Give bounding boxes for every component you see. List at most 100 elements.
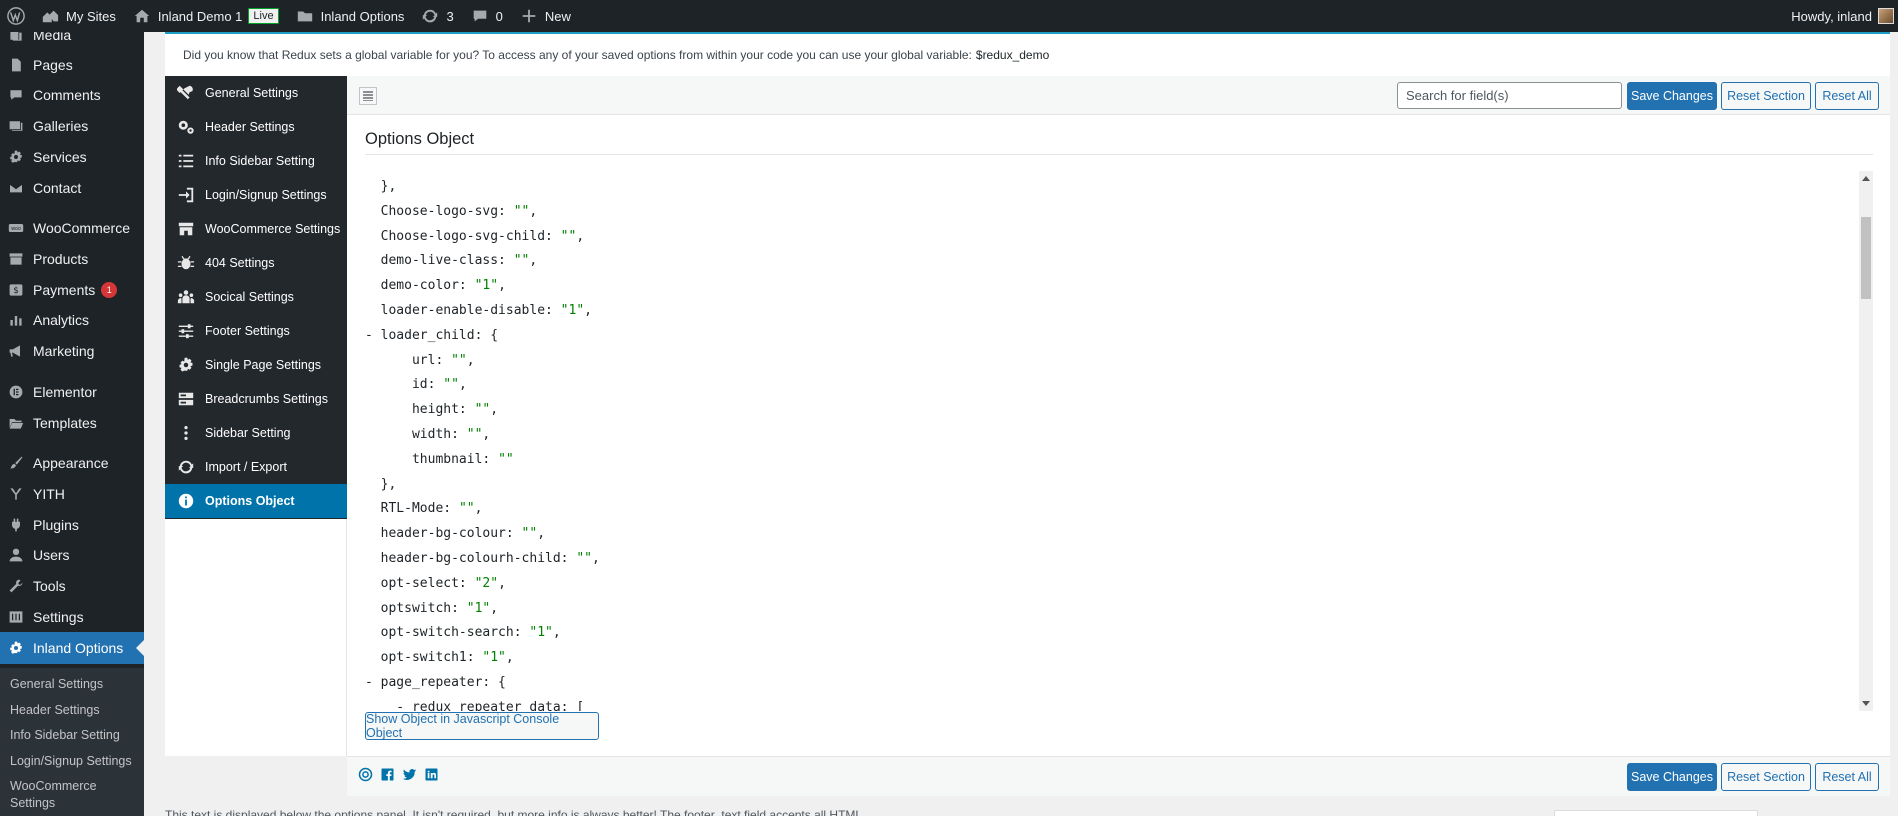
support-link[interactable]	[357, 767, 373, 784]
menu-item-galleries[interactable]: Galleries	[0, 113, 144, 139]
comments-link[interactable]: 0	[462, 0, 511, 32]
menu-item-inland-options[interactable]: Inland Options	[0, 632, 144, 664]
code-line: Choose-logo-svg: "",	[365, 203, 538, 219]
menu-label: Contact	[33, 180, 82, 196]
new-content-link[interactable]: New	[511, 0, 579, 32]
menu-item-services[interactable]: Services	[0, 144, 144, 170]
menu-item-templates[interactable]: Templates	[0, 410, 144, 436]
paintbrush-icon	[7, 454, 25, 472]
redux-tab-header-settings[interactable]: Header Settings	[165, 110, 347, 144]
facebook-link[interactable]	[379, 768, 395, 784]
site-name-link[interactable]: Inland Demo 1 Live	[124, 0, 287, 32]
search-fields-input[interactable]	[1397, 82, 1622, 109]
ellipsis-vertical-icon	[176, 423, 196, 443]
code-key: header-bg-colour:	[380, 526, 522, 542]
redux-tab-import-export[interactable]: Import / Export	[165, 450, 347, 484]
twitter-link[interactable]	[401, 768, 417, 784]
comments-count: 0	[495, 8, 503, 24]
submenu-item-header-settings[interactable]: Header Settings	[10, 702, 138, 719]
options-object-viewer[interactable]: }, Choose-logo-svg: "", Choose-logo-svg-…	[365, 171, 1873, 711]
redux-tab-footer-settings[interactable]: Footer Settings	[165, 314, 347, 348]
menu-item-settings[interactable]: Settings	[0, 604, 144, 630]
code-punct: ,	[498, 575, 506, 591]
list-icon	[176, 151, 196, 171]
linkedin-icon	[424, 767, 439, 785]
redux-tab-login-signup-settings[interactable]: Login/Signup Settings	[165, 178, 347, 212]
scroll-up-arrow[interactable]	[1862, 176, 1870, 181]
menu-item-payments[interactable]: $ Payments 1	[0, 277, 144, 303]
menu-item-yith[interactable]: YITH	[0, 481, 144, 507]
submenu-item-woocommerce-settings[interactable]: WooCommerce Settings	[10, 778, 110, 812]
options-link[interactable]: Inland Options	[287, 0, 413, 32]
submenu-item-login-signup-settings[interactable]: Login/Signup Settings	[10, 753, 138, 770]
user-icon	[7, 546, 25, 564]
updates-link[interactable]: 3	[412, 0, 461, 32]
menu-label: Pages	[33, 57, 73, 73]
menu-item-plugins[interactable]: Plugins	[0, 512, 144, 538]
redux-tab-sidebar-setting[interactable]: Sidebar Setting	[165, 416, 347, 450]
howdy-label: Howdy, inland	[1791, 8, 1872, 24]
submenu-item-general-settings[interactable]: General Settings	[10, 676, 138, 693]
save-changes-button-bottom[interactable]: Save Changes	[1627, 763, 1717, 791]
info-icon	[176, 491, 196, 511]
redux-tab-breadcrumbs-settings[interactable]: Breadcrumbs Settings	[165, 382, 347, 416]
code-scrollbar[interactable]	[1859, 171, 1873, 711]
save-changes-button[interactable]: Save Changes	[1627, 82, 1717, 110]
redux-tab-single-page-settings[interactable]: Single Page Settings	[165, 348, 347, 382]
reset-section-button[interactable]: Reset Section	[1721, 82, 1811, 110]
reset-all-button-bottom[interactable]: Reset All	[1815, 763, 1879, 791]
code-key	[365, 625, 381, 640]
code-key	[365, 353, 412, 368]
menu-item-marketing[interactable]: Marketing	[0, 338, 144, 364]
redux-tab-label: Import / Export	[205, 460, 287, 474]
menu-item-analytics[interactable]: Analytics	[0, 307, 144, 333]
menu-item-elementor[interactable]: Elementor	[0, 379, 144, 405]
code-line: opt-select: "2",	[365, 576, 506, 591]
show-object-console-button[interactable]: Show Object in Javascript Console Object	[365, 712, 599, 740]
code-key: -	[365, 327, 381, 343]
redux-tab-label: General Settings	[205, 86, 299, 100]
reset-all-button[interactable]: Reset All	[1815, 82, 1879, 110]
redux-sidebar: General Settings Header Settings Info Si…	[165, 76, 347, 756]
menu-label: Services	[33, 149, 87, 165]
scroll-down-arrow[interactable]	[1862, 701, 1870, 706]
menu-label: YITH	[33, 486, 65, 502]
redux-tab-label: Login/Signup Settings	[205, 188, 327, 202]
submenu-item-info-sidebar-setting[interactable]: Info Sidebar Setting	[10, 727, 138, 744]
scroll-thumb[interactable]	[1861, 217, 1871, 299]
expand-options-toggle[interactable]	[359, 87, 377, 105]
sign-in-icon	[176, 185, 196, 205]
code-value: "1"	[466, 600, 491, 616]
code-key: thumbnail:	[411, 451, 499, 467]
redux-tab-socical-settings[interactable]: Socical Settings	[165, 280, 347, 314]
menu-item-media[interactable]: Media	[0, 32, 144, 48]
redux-tab-options-object[interactable]: Options Object	[165, 484, 347, 518]
code-punct: ,	[490, 402, 499, 418]
menu-item-contact[interactable]: Contact	[0, 175, 144, 201]
menu-item-woocommerce[interactable]: woo WooCommerce	[0, 215, 144, 241]
redux-tab-woocommerce-settings[interactable]: WooCommerce Settings	[165, 212, 347, 246]
megaphone-icon	[7, 342, 25, 360]
redux-tab-general-settings[interactable]: General Settings	[165, 76, 347, 110]
code-key	[365, 253, 381, 268]
menu-label: Analytics	[33, 312, 90, 328]
users-icon	[176, 287, 196, 307]
reset-section-button-bottom[interactable]: Reset Section	[1721, 763, 1811, 791]
code-value: ""	[513, 203, 530, 219]
code-key: -	[365, 675, 381, 690]
linkedin-link[interactable]	[423, 768, 439, 784]
redux-tab-info-sidebar-setting[interactable]: Info Sidebar Setting	[165, 144, 347, 178]
menu-item-products[interactable]: Products	[0, 246, 144, 272]
menu-item-tools[interactable]: Tools	[0, 573, 144, 599]
menu-item-pages[interactable]: Pages	[0, 52, 144, 78]
menu-label: Media	[33, 32, 72, 43]
wordpress-logo-button[interactable]	[0, 0, 32, 32]
menu-item-users[interactable]: Users	[0, 542, 144, 568]
menu-item-comments[interactable]: Comments	[0, 82, 144, 108]
menu-item-appearance[interactable]: Appearance	[0, 450, 144, 476]
menu-label: Marketing	[33, 343, 95, 359]
my-sites-link[interactable]: My Sites	[32, 0, 124, 32]
redux-tab-404-settings[interactable]: 404 Settings	[165, 246, 347, 280]
account-menu[interactable]: Howdy, inland	[1783, 0, 1898, 32]
code-line: Choose-logo-svg-child: "",	[365, 229, 585, 244]
